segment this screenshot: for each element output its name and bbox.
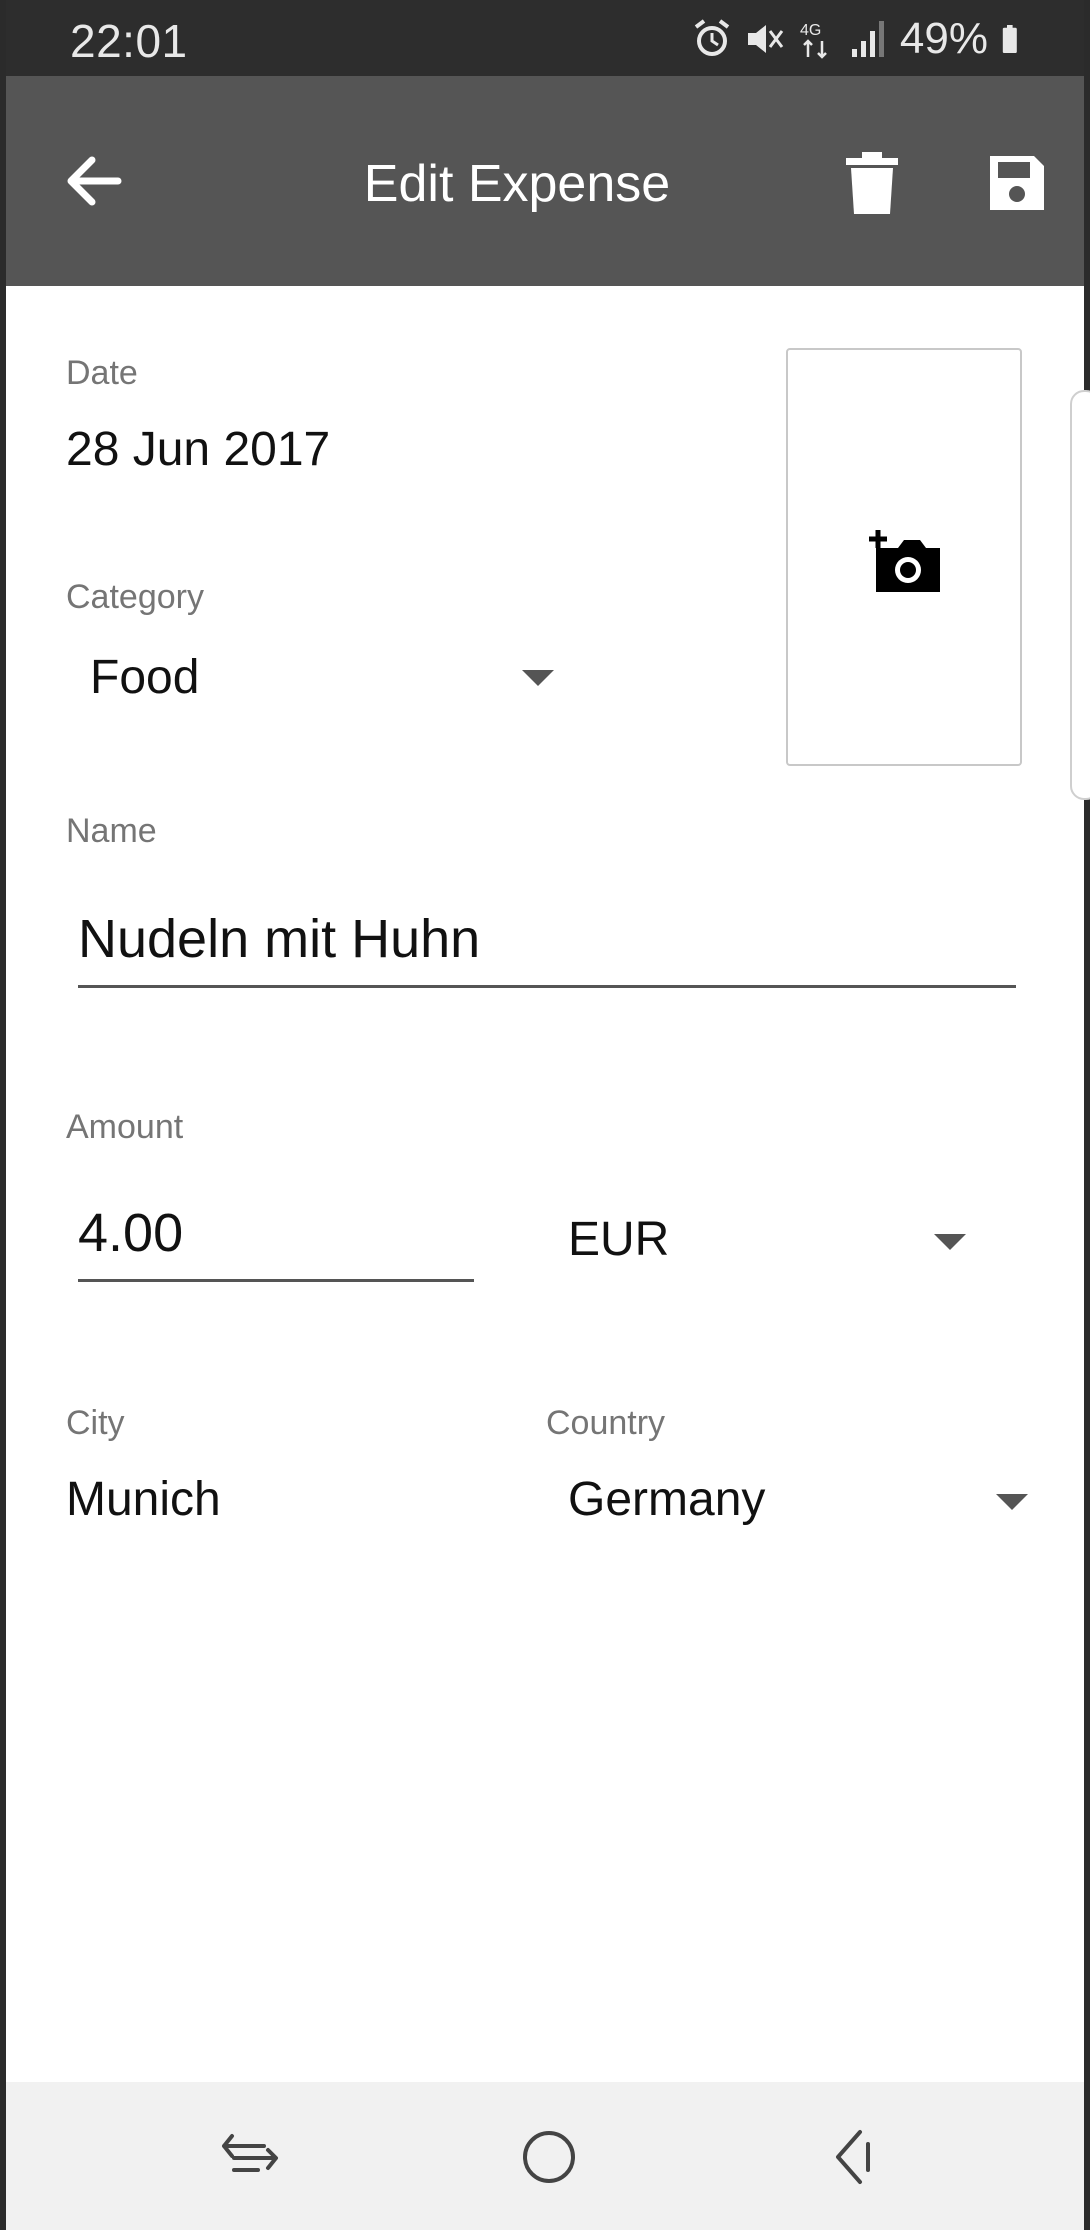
svg-text:4G: 4G [800, 22, 821, 39]
country-label: Country [546, 1404, 666, 1442]
amount-label: Amount [66, 1108, 184, 1146]
city-value[interactable]: Munich [66, 1472, 221, 1527]
side-drawer-handle[interactable] [1070, 390, 1090, 800]
category-select[interactable]: Food [90, 650, 199, 705]
country-select[interactable]: Germany [568, 1472, 765, 1527]
amount-input[interactable]: 4.00 [78, 1202, 474, 1282]
home-icon[interactable] [514, 2126, 584, 2188]
recent-apps-icon[interactable] [218, 2126, 288, 2188]
currency-select[interactable]: EUR [568, 1212, 669, 1267]
app-toolbar: Edit Expense [6, 76, 1084, 286]
back-icon[interactable] [822, 2126, 892, 2188]
mute-icon [747, 25, 784, 53]
country-dropdown-arrow[interactable] [996, 1494, 1028, 1510]
name-input[interactable]: Nudeln mit Huhn [78, 908, 1016, 988]
screen: 22:01 4G 49% Edit Expense Date 28 Jun 20… [0, 0, 1090, 2230]
name-label: Name [66, 812, 157, 850]
4g-icon: 4G [800, 22, 827, 59]
currency-dropdown-arrow[interactable] [934, 1234, 966, 1250]
system-nav-bar [6, 2082, 1084, 2230]
signal-icon [851, 21, 884, 57]
date-label: Date [66, 354, 138, 392]
status-bar: 22:01 4G 49% [6, 0, 1084, 76]
receipt-photo-box[interactable] [786, 348, 1022, 766]
category-label: Category [66, 578, 204, 616]
battery-percent: 49% [899, 14, 988, 63]
battery-icon [1002, 25, 1017, 53]
date-value[interactable]: 28 Jun 2017 [66, 422, 330, 477]
device-bezel-right [1084, 0, 1090, 2230]
add-photo-icon[interactable] [868, 526, 948, 596]
alarm-icon [694, 19, 730, 56]
save-icon[interactable] [986, 152, 1048, 214]
category-dropdown-arrow[interactable] [522, 670, 554, 686]
status-time: 22:01 [70, 15, 188, 67]
city-label: City [66, 1404, 125, 1442]
delete-icon[interactable] [844, 152, 900, 214]
status-icons: 4G 49% [692, 14, 1028, 64]
page-title: Edit Expense [363, 155, 671, 213]
